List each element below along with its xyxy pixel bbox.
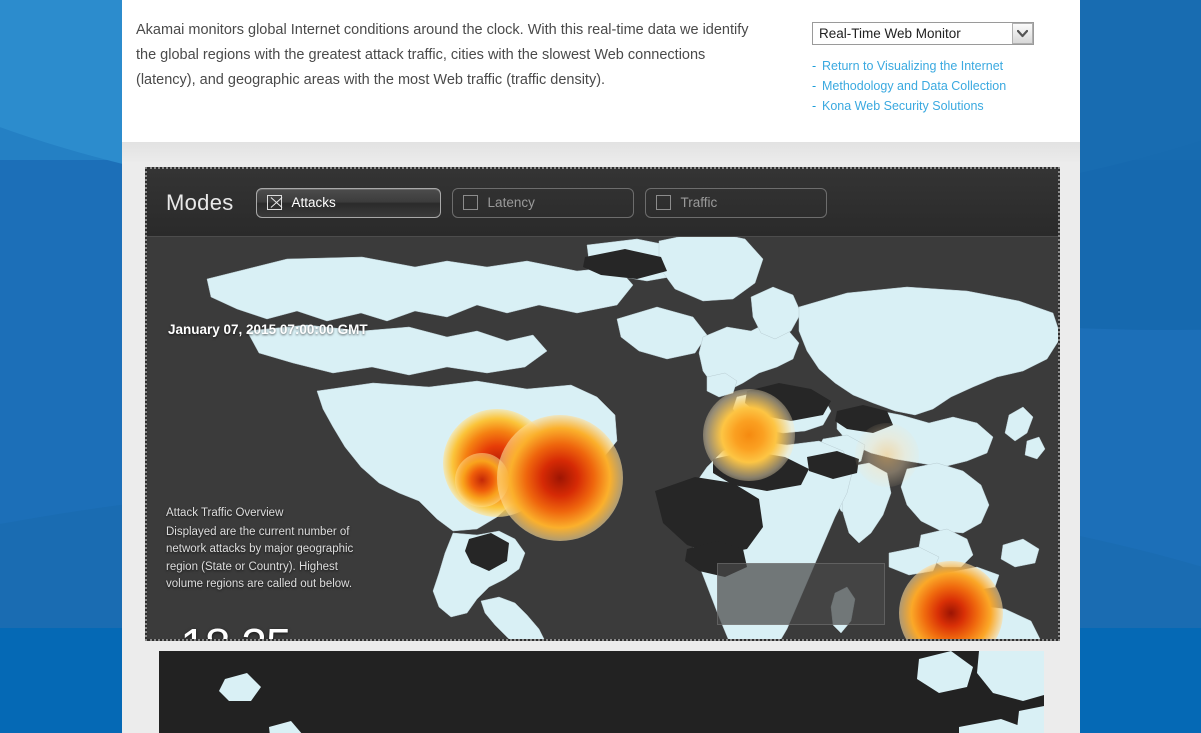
link-dash: -	[812, 99, 817, 113]
page-background: Akamai monitors global Internet conditio…	[0, 0, 1201, 733]
tab-latency[interactable]: Latency	[451, 187, 634, 218]
tab-attacks[interactable]: Attacks	[255, 187, 441, 218]
modes-label: Modes	[166, 189, 234, 215]
link-dash: -	[812, 79, 817, 93]
link-row: - Return to Visualizing the Internet	[812, 59, 1062, 73]
checkbox-checked-icon[interactable]	[266, 195, 282, 210]
tab-latency-label: Latency	[487, 195, 535, 210]
link-methodology-and-data-collection[interactable]: Methodology and Data Collection	[822, 79, 1006, 93]
page-header: Akamai monitors global Internet conditio…	[122, 0, 1080, 142]
checkbox-unchecked-icon[interactable]	[655, 195, 671, 210]
map-info-panel[interactable]	[717, 563, 885, 625]
attack-stat: -18.25 % BELOW AVERAGE 0 1,337,712 Attac…	[166, 622, 456, 639]
link-return-to-visualizing-the-internet[interactable]: Return to Visualizing the Internet	[822, 59, 1003, 73]
attack-traffic-overview: Attack Traffic Overview Displayed are th…	[166, 505, 356, 594]
monitor-select-value: Real-Time Web Monitor	[819, 26, 961, 41]
monitor-select[interactable]: Real-Time Web Monitor	[812, 22, 1034, 45]
overview-body: Displayed are the current number of netw…	[166, 525, 354, 591]
header-divider-gradient	[122, 142, 1080, 164]
header-right-column: Real-Time Web Monitor - Return to Visual…	[812, 22, 1062, 119]
chevron-down-icon[interactable]	[1012, 23, 1033, 44]
attack-map[interactable]: January 07, 2015 07:00:00 GMT Attack Tra…	[147, 237, 1058, 639]
checkbox-unchecked-icon[interactable]	[462, 195, 478, 210]
map-timestamp: January 07, 2015 07:00:00 GMT	[168, 322, 368, 337]
tab-traffic[interactable]: Traffic	[644, 187, 827, 218]
overview-title: Attack Traffic Overview	[166, 507, 284, 519]
visualization-panel: Modes Attacks Latency Traffic January 07…	[145, 167, 1060, 641]
secondary-map-panel[interactable]	[159, 651, 1044, 733]
link-kona-web-security-solutions[interactable]: Kona Web Security Solutions	[822, 99, 984, 113]
header-links: - Return to Visualizing the Internet - M…	[812, 59, 1062, 113]
link-row: - Methodology and Data Collection	[812, 79, 1062, 93]
tab-traffic-label: Traffic	[680, 195, 718, 210]
intro-paragraph: Akamai monitors global Internet conditio…	[136, 22, 749, 88]
link-dash: -	[812, 59, 817, 73]
link-row: - Kona Web Security Solutions	[812, 99, 1062, 113]
tab-attacks-label: Attacks	[291, 195, 336, 210]
modes-toolbar: Modes Attacks Latency Traffic	[147, 169, 1058, 237]
secondary-world-map-graphic	[219, 651, 1044, 733]
stat-value: -18.25	[166, 622, 291, 639]
stat-line: -18.25 % BELOW AVERAGE	[166, 622, 456, 639]
